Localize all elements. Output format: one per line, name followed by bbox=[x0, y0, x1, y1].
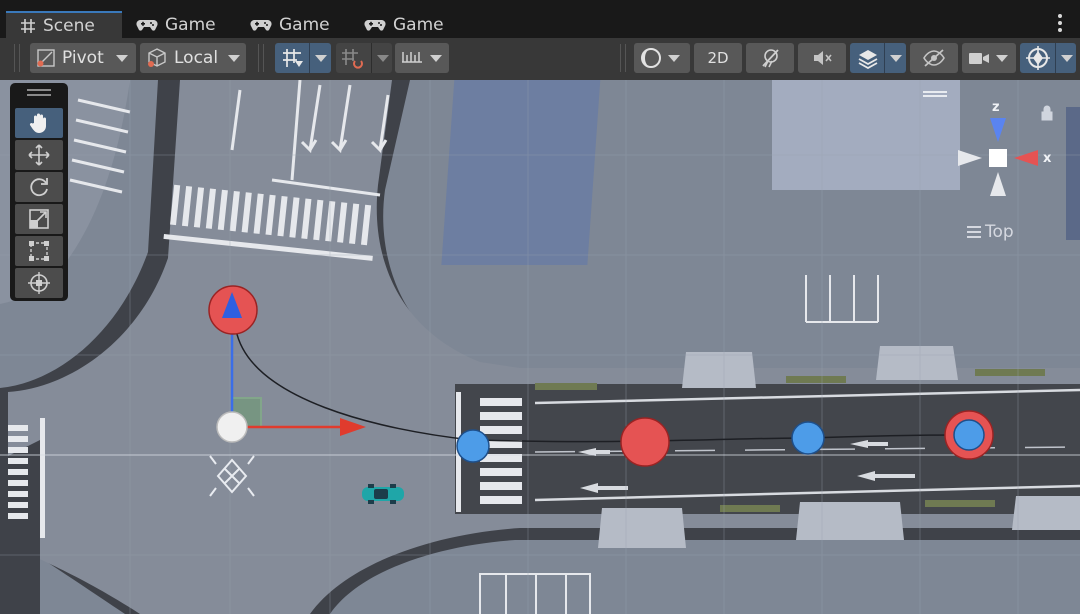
tab-game-label: Game bbox=[165, 14, 216, 35]
shading-sphere-icon bbox=[641, 48, 661, 68]
hand-tool-icon bbox=[29, 113, 46, 133]
axis-z-label: z bbox=[992, 100, 1000, 115]
gizmo-menu-icon[interactable] bbox=[923, 91, 947, 93]
grid-snap-icon bbox=[283, 49, 303, 67]
chevron-down-icon bbox=[668, 54, 680, 62]
increment-snap-icon bbox=[342, 49, 363, 69]
tab-scene-label: Scene bbox=[43, 15, 95, 36]
camera-dropdown[interactable] bbox=[962, 43, 1016, 73]
toolbar-grip bbox=[258, 44, 264, 72]
tab-game-label: Game bbox=[393, 14, 444, 35]
ruler-dropdown[interactable] bbox=[395, 43, 449, 73]
audio-mute-icon bbox=[814, 51, 832, 65]
waypoint-blue-selected[interactable] bbox=[953, 419, 985, 451]
chevron-down-icon bbox=[377, 54, 389, 62]
local-cube-icon bbox=[148, 48, 166, 67]
transform-tool-icon bbox=[28, 272, 50, 294]
chevron-down-icon bbox=[315, 54, 327, 62]
menu-lines-icon bbox=[967, 226, 981, 238]
chevron-down-icon bbox=[430, 54, 442, 62]
move-tool-icon bbox=[28, 144, 50, 166]
hand-tool-button[interactable] bbox=[15, 108, 63, 138]
scene-visibility-toggle[interactable] bbox=[910, 43, 958, 73]
gamepad-icon bbox=[136, 19, 158, 31]
transform-tool-button[interactable] bbox=[15, 268, 63, 298]
center-cube[interactable] bbox=[989, 149, 1007, 167]
shading-mode-dropdown[interactable] bbox=[634, 43, 690, 73]
scale-tool-icon bbox=[29, 209, 49, 229]
tab-game-1[interactable]: Game bbox=[122, 11, 236, 38]
effects-icon bbox=[858, 50, 878, 69]
move-tool-button[interactable] bbox=[15, 140, 63, 170]
scale-tool-button[interactable] bbox=[15, 204, 63, 234]
toggle-2d-label: 2D bbox=[707, 49, 729, 67]
lighting-icon bbox=[762, 49, 779, 68]
rect-tool-icon bbox=[29, 241, 49, 261]
scene-toolbar: Pivot Local 2D bbox=[0, 38, 1080, 80]
grid-snap-toggle[interactable] bbox=[275, 43, 331, 73]
chevron-down-icon bbox=[996, 54, 1008, 62]
lighting-toggle[interactable] bbox=[746, 43, 794, 73]
toggle-2d-button[interactable]: 2D bbox=[694, 43, 742, 73]
chevron-down-icon bbox=[1061, 54, 1073, 62]
gamepad-icon bbox=[250, 19, 272, 31]
gizmos-dropdown[interactable] bbox=[1020, 43, 1076, 73]
axis-x-label: x bbox=[1043, 151, 1052, 166]
rect-tool-button[interactable] bbox=[15, 236, 63, 266]
local-dropdown[interactable]: Local bbox=[140, 43, 246, 73]
waypoint-red[interactable] bbox=[620, 417, 670, 467]
building-block bbox=[1066, 107, 1080, 240]
more-options-icon[interactable] bbox=[1055, 14, 1065, 34]
chevron-down-icon bbox=[890, 54, 902, 62]
pivot-icon bbox=[37, 49, 55, 67]
car-icon[interactable] bbox=[362, 484, 404, 504]
gamepad-icon bbox=[364, 19, 386, 31]
view-mode-text: Top bbox=[985, 222, 1014, 242]
pivot-label: Pivot bbox=[62, 48, 104, 68]
tools-overlay bbox=[10, 83, 68, 301]
tab-game-2[interactable]: Game bbox=[236, 11, 350, 38]
scene-viewport[interactable]: z x bbox=[0, 80, 1080, 614]
waypoint-blue[interactable] bbox=[456, 429, 490, 463]
tab-bar: Scene Game Game Game bbox=[0, 0, 1080, 38]
scene-canvas[interactable]: z x bbox=[0, 80, 1080, 614]
effects-dropdown[interactable] bbox=[850, 43, 906, 73]
ruler-icon bbox=[402, 52, 422, 63]
toolbar-grip bbox=[620, 44, 626, 72]
chevron-down-icon bbox=[228, 54, 241, 62]
tab-game-label: Game bbox=[279, 14, 330, 35]
hash-icon bbox=[21, 18, 35, 33]
chevron-down-icon bbox=[115, 54, 128, 62]
view-mode-label[interactable]: Top bbox=[967, 222, 1014, 242]
camera-icon bbox=[969, 53, 989, 64]
visibility-icon bbox=[923, 49, 945, 67]
tab-scene[interactable]: Scene bbox=[6, 11, 122, 38]
rotate-tool-icon bbox=[30, 178, 48, 197]
local-label: Local bbox=[174, 48, 219, 68]
audio-toggle[interactable] bbox=[798, 43, 846, 73]
toolbar-grip bbox=[14, 44, 20, 72]
increment-snap-toggle[interactable] bbox=[336, 43, 392, 73]
rotate-tool-button[interactable] bbox=[15, 172, 63, 202]
gizmos-icon bbox=[1026, 46, 1050, 70]
gizmo-center[interactable] bbox=[216, 411, 248, 443]
building-block bbox=[441, 80, 601, 265]
pivot-dropdown[interactable]: Pivot bbox=[30, 43, 136, 73]
waypoint-blue[interactable] bbox=[791, 421, 825, 455]
panel-grip[interactable] bbox=[27, 89, 51, 91]
tab-game-3[interactable]: Game bbox=[350, 11, 464, 38]
